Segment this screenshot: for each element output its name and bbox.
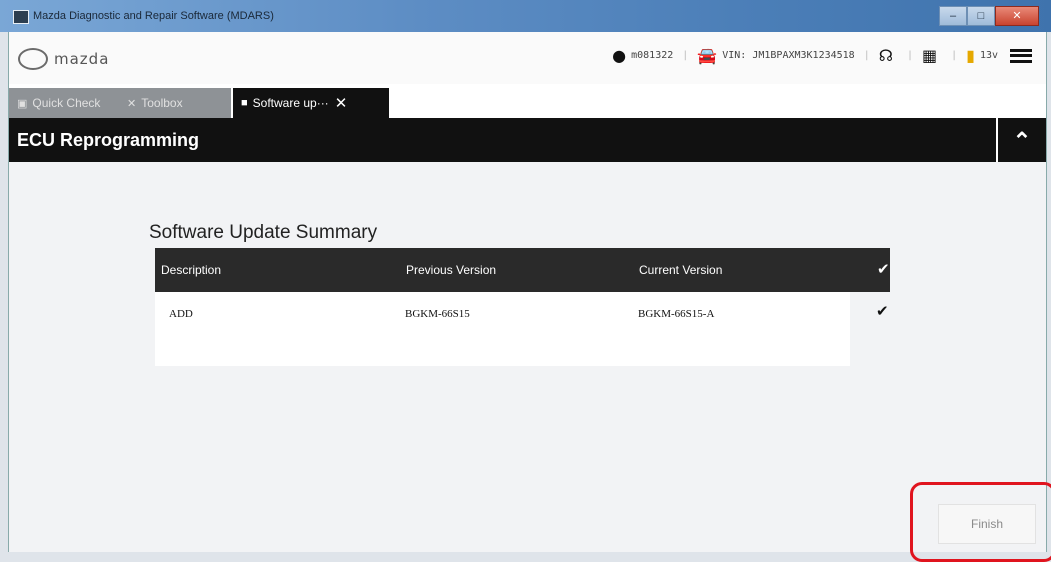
tab-label: Software up··· [252,96,329,110]
row-previous-version: BGKM-66S15 [405,308,470,320]
header-status: ● m081322 | 🚘 VIN: JM1BPAXM3K1234518 | ☊… [612,46,1032,65]
divider: | [863,50,870,61]
battery-voltage: 13v [979,50,998,61]
minimize-button[interactable]: – [939,6,967,26]
column-previous-version: Previous Version [406,263,497,277]
app-frame: mazda ● m081322 | 🚘 VIN: JM1BPAXM3K12345… [8,32,1047,552]
finish-highlight-box [910,482,1051,562]
mazda-wordmark: mazda [54,50,110,68]
mazda-logo: mazda [18,48,109,70]
section-header: ECU Reprogramming ⌃ [9,118,1046,162]
tab-label: Quick Check [32,96,101,110]
row-check-icon[interactable]: ✔ [876,302,889,320]
column-description: Description [161,263,222,277]
tab-toolbox[interactable]: ✕ Toolbox [119,88,231,118]
divider: | [951,50,958,61]
divider: | [906,50,913,61]
tab-software-update[interactable]: ■ Software up··· ✕ [233,88,389,118]
window-controls: – □ ✕ [939,6,1039,26]
document-icon: ■ [241,97,248,109]
table-row: ADD BGKM-66S15 BGKM-66S15-A ✔ [155,292,889,340]
select-all-check-icon[interactable]: ✔ [877,260,890,278]
tab-bar: ▣ Quick Check ✕ Toolbox ■ Software up···… [9,84,1046,118]
row-current-version: BGKM-66S15-A [638,308,715,320]
car-icon: ▣ [17,97,28,110]
vci-device-icon[interactable]: ▦ [922,46,937,65]
close-window-button[interactable]: ✕ [995,6,1039,26]
summary-title: Software Update Summary [149,222,378,243]
summary-table: Description Previous Version Current Ver… [155,248,890,366]
window-title: Mazda Diagnostic and Repair Software (MD… [33,10,274,22]
hamburger-menu-icon[interactable] [1010,48,1032,63]
tab-label: Toolbox [141,96,183,110]
tools-icon: ✕ [127,97,137,110]
app-icon [13,10,29,24]
column-current-version: Current Version [639,263,723,277]
mazda-emblem-icon [18,48,48,70]
vin-text: VIN: JM1BPAXM3K1234518 [722,50,855,61]
collapse-chevron-icon[interactable]: ⌃ [996,118,1046,162]
main-content: Software Update Summary Description Prev… [9,162,1046,552]
table-header: Description Previous Version Current Ver… [155,248,890,292]
window-titlebar: Mazda Diagnostic and Repair Software (MD… [0,0,1051,32]
user-icon: ● [612,46,627,65]
row-description: ADD [169,308,193,320]
connection-icon[interactable]: ☊ [879,46,893,65]
tab-quick-check[interactable]: ▣ Quick Check [9,88,131,118]
vehicle-icon: 🚘 [697,46,718,65]
divider: | [682,50,689,61]
battery-icon: ▮ [966,46,975,65]
maximize-button[interactable]: □ [967,6,995,26]
section-title: ECU Reprogramming [17,130,200,150]
app-header: mazda ● m081322 | 🚘 VIN: JM1BPAXM3K12345… [9,32,1046,84]
close-tab-icon[interactable]: ✕ [335,94,348,112]
user-id: m081322 [631,50,674,61]
table-footer [155,340,850,366]
